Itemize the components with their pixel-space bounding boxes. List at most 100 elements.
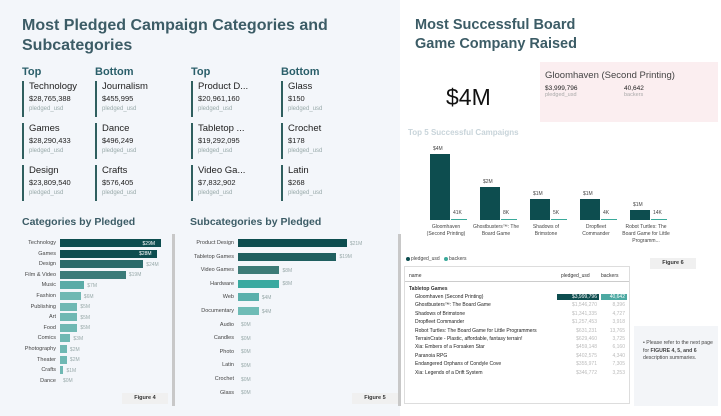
table-row[interactable]: Endangered Orphans of Condyle Cove $355,9… bbox=[405, 361, 629, 370]
bar[interactable] bbox=[238, 293, 259, 302]
kpi-label: pledged_usd bbox=[102, 106, 137, 112]
pledged-bar[interactable] bbox=[580, 199, 600, 220]
backers-value: 4K bbox=[603, 210, 610, 216]
kpi-value: $20,961,160 bbox=[198, 94, 240, 103]
bar[interactable] bbox=[238, 266, 280, 275]
col-header-pledged[interactable]: pledged_usd bbox=[561, 273, 590, 279]
bar[interactable] bbox=[60, 355, 67, 364]
bar-value: $0M bbox=[241, 322, 251, 329]
col-header-name[interactable]: name bbox=[409, 273, 422, 279]
bar[interactable] bbox=[60, 270, 126, 279]
table-row[interactable]: Xia: Embers of a Forsaken Star $459,148 6,… bbox=[405, 344, 629, 353]
pledged-bar[interactable] bbox=[480, 187, 500, 220]
note-text: • Please refer to the next page for FIGU… bbox=[643, 340, 713, 361]
pledged-bar[interactable] bbox=[530, 198, 550, 220]
bar-label: Video Games bbox=[200, 267, 234, 274]
subcategories-top-column: Top Product D... $20,961,160 pledged_usd Ta… bbox=[191, 66, 275, 207]
bar[interactable] bbox=[60, 302, 78, 311]
page-title: Most Pledged Campaign Categories and Sub… bbox=[22, 17, 328, 54]
kpi-name: Product D... bbox=[198, 81, 249, 92]
backers-bar[interactable] bbox=[451, 219, 467, 220]
pledged-value: $2M bbox=[483, 179, 493, 185]
card-pledged-label: pledged_usd bbox=[545, 92, 577, 98]
bar-value: $4M bbox=[261, 308, 272, 315]
bar[interactable] bbox=[60, 334, 71, 343]
table-row[interactable]: Robot Turtles: The Board Game for Little… bbox=[405, 328, 629, 337]
categories-bar-chart[interactable]: Technology $29M Games $28M Design $24M Film & … bbox=[0, 236, 180, 406]
kpi-value: $7,832,902 bbox=[198, 178, 236, 187]
scrollbar[interactable] bbox=[172, 234, 175, 406]
bar-value: $0M bbox=[241, 362, 251, 369]
col-header-backers[interactable]: backers bbox=[601, 273, 619, 279]
bar[interactable] bbox=[238, 239, 347, 247]
kpi-card: Video Ga... $7,832,902 pledged_usd bbox=[191, 165, 275, 201]
kpi-name: Video Ga... bbox=[198, 165, 246, 176]
backers-bar[interactable] bbox=[501, 219, 517, 220]
bar-value: $21M bbox=[349, 240, 363, 247]
note-bold: FIGURE 4, 5, and 6 bbox=[650, 347, 697, 354]
table-row[interactable]: Paranoia RPG $402,575 4,340 bbox=[405, 353, 629, 362]
top5-bar-chart[interactable]: $4M 41K Gloomhaven (Second Printing) $2M 8K G… bbox=[404, 138, 704, 256]
categories-top-column: Top Technology $28,765,388 pledged_usd Game… bbox=[22, 66, 106, 207]
bar-value: $0M bbox=[63, 378, 73, 385]
bar[interactable] bbox=[238, 279, 280, 288]
pledged-bar[interactable] bbox=[430, 154, 450, 220]
card-backers: 40,642 backers bbox=[624, 85, 644, 98]
kpi-name: Crochet bbox=[288, 123, 322, 134]
row-name: Endangered Orphans of Condyle Cove bbox=[415, 361, 502, 368]
backers-bar[interactable] bbox=[651, 219, 667, 220]
kpi-card: Dance $496,249 pledged_usd bbox=[95, 123, 179, 159]
bar[interactable] bbox=[60, 260, 144, 269]
bar[interactable] bbox=[238, 252, 337, 261]
bar-value: $2M bbox=[69, 346, 80, 353]
kpi-value: $19,292,095 bbox=[198, 136, 240, 145]
bar[interactable] bbox=[238, 307, 259, 315]
table-row[interactable]: Ghostbusters™: The Board Game $1,546,270 8… bbox=[405, 302, 629, 311]
table-row[interactable]: Dropfleet Commander $1,257,453 3,918 bbox=[405, 319, 629, 328]
kpi-name: Tabletop ... bbox=[198, 123, 245, 134]
bar-label: Publishing bbox=[30, 303, 56, 310]
bar-value: $24M bbox=[146, 261, 159, 268]
bar-value: $4M bbox=[261, 294, 272, 301]
kpi-value: $576,405 bbox=[102, 178, 134, 187]
header-divider bbox=[405, 281, 629, 282]
backers-bar[interactable] bbox=[551, 219, 567, 220]
categories-chart-title: Categories by Pledged bbox=[22, 216, 136, 228]
bar[interactable] bbox=[60, 366, 64, 375]
bar-label: Latin bbox=[222, 362, 234, 369]
figure-6-tag: Figure 6 bbox=[650, 258, 696, 269]
bar[interactable] bbox=[60, 323, 78, 332]
bar-label: Product Design bbox=[196, 240, 234, 246]
bar-value: $28M bbox=[139, 251, 152, 258]
bar-value: $19M bbox=[339, 254, 352, 261]
row-backers: 4,340 bbox=[612, 352, 625, 359]
row-name: Gloomhaven (Second Printing) bbox=[415, 294, 484, 300]
bar[interactable] bbox=[60, 313, 78, 322]
top5-chart-title: Top 5 Successful Campaigns bbox=[408, 128, 519, 137]
bar[interactable] bbox=[60, 292, 81, 300]
kpi-card: Technology $28,765,388 pledged_usd bbox=[22, 81, 106, 117]
pledged-bar[interactable] bbox=[630, 209, 650, 220]
column-head: Top bbox=[22, 66, 42, 78]
kpi-name: Latin bbox=[288, 165, 309, 176]
table-row[interactable]: Gloomhaven (Second Printing) $3,999,796 40… bbox=[405, 294, 629, 303]
scrollbar[interactable] bbox=[398, 234, 401, 406]
table-row[interactable]: TerrainCrate - Plastic, affordable, fant… bbox=[405, 336, 629, 345]
top-campaign-name: Gloomhaven (Second Printing) bbox=[545, 70, 675, 81]
campaigns-table[interactable]: name pledged_usd backers Tabletop Games … bbox=[404, 266, 630, 404]
kpi-name: Journalism bbox=[102, 81, 148, 92]
bar-value: $19M bbox=[128, 272, 142, 279]
table-row[interactable]: Xia: Legends of a Drift System $346,772 3,… bbox=[405, 370, 629, 379]
backers-bar[interactable] bbox=[601, 219, 617, 220]
bar[interactable] bbox=[60, 345, 67, 353]
row-name: Xia: Legends of a Drift System bbox=[415, 369, 483, 376]
subcategories-bar-chart[interactable]: Product Design $21M Tabletop Games $19M Vide… bbox=[178, 236, 400, 406]
bar[interactable] bbox=[60, 281, 85, 290]
row-pledged: $346,772 bbox=[576, 369, 597, 376]
table-row[interactable]: Shadows of Brimstone $1,341,335 4,727 bbox=[405, 311, 629, 320]
kpi-card: Tabletop ... $19,292,095 pledged_usd bbox=[191, 123, 275, 159]
row-backers: 40,642 bbox=[601, 294, 627, 300]
campaign-name: Shadows of Brimstone bbox=[532, 224, 560, 237]
bar-label: Art bbox=[48, 314, 56, 321]
column-head: Bottom bbox=[281, 66, 320, 78]
